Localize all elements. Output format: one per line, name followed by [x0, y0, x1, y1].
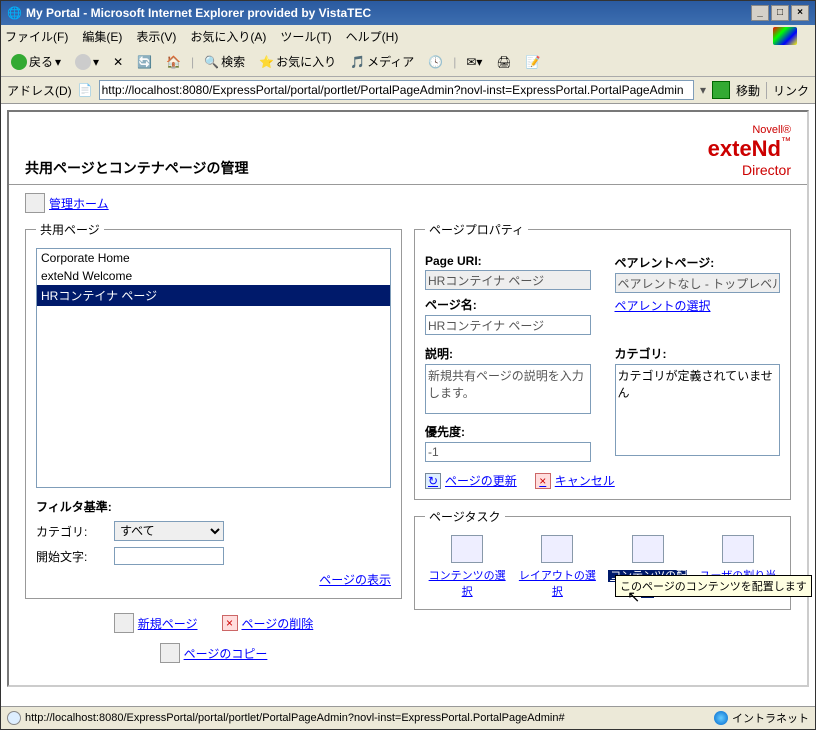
category-label: カテゴリ: — [36, 523, 106, 540]
stop-button[interactable]: ✕ — [109, 53, 127, 71]
copy-page-icon — [160, 643, 180, 663]
media-button[interactable]: 🎵メディア — [346, 51, 418, 72]
task-select-layout[interactable]: レイアウトの選択 — [517, 535, 597, 599]
status-bar: http://localhost:8080/ExpressPortal/port… — [1, 706, 815, 729]
shared-pages-fieldset: 共用ページ Corporate Home exteNd Welcome HRコン… — [25, 221, 402, 599]
page-properties-legend: ページプロパティ — [425, 221, 528, 238]
mail-button[interactable]: ✉▾ — [462, 53, 486, 71]
history-button[interactable]: 🕓 — [424, 53, 447, 71]
content-area: 共用ページとコンテナページの管理 Novell® exteNd™ Directo… — [1, 104, 815, 706]
zone-text: イントラネット — [732, 710, 809, 726]
page-name-label: ページ名: — [425, 296, 591, 313]
update-page-button[interactable]: ↻ページの更新 — [425, 472, 517, 489]
page-tasks-legend: ページタスク — [425, 508, 505, 525]
menu-help[interactable]: ヘルプ(H) — [346, 28, 399, 45]
page-icon: 📄 — [78, 83, 93, 97]
category-prop-label: カテゴリ: — [615, 345, 781, 362]
status-text: http://localhost:8080/ExpressPortal/port… — [25, 712, 565, 724]
refresh-button[interactable]: 🔄 — [133, 53, 156, 71]
shared-pages-legend: 共用ページ — [36, 221, 104, 238]
description-input[interactable]: 新規共有ページの説明を入力します。 — [425, 364, 591, 414]
forward-button[interactable]: ▾ — [71, 52, 103, 72]
filter-label: フィルタ基準: — [36, 498, 391, 515]
back-button[interactable]: 戻る ▾ — [7, 51, 65, 72]
cursor-icon: ↖ — [627, 587, 640, 607]
brand-logo: Novell® exteNd™ Director — [708, 124, 791, 178]
category-box: カテゴリが定義されていません — [615, 364, 781, 456]
status-icon — [7, 711, 21, 725]
shared-pages-list[interactable]: Corporate Home exteNd Welcome HRコンテイナ ペー… — [36, 248, 391, 488]
select-content-icon — [451, 535, 483, 563]
menu-bar: ファイル(F) 編集(E) 表示(V) お気に入り(A) ツール(T) ヘルプ(… — [1, 25, 815, 47]
cancel-icon: × — [535, 473, 551, 489]
go-label[interactable]: 移動 — [736, 82, 760, 99]
category-select[interactable]: すべて — [114, 521, 224, 541]
priority-label: 優先度: — [425, 423, 591, 440]
admin-home-icon — [25, 193, 45, 213]
description-label: 説明: — [425, 345, 591, 362]
links-label[interactable]: リンク — [766, 82, 809, 99]
home-button[interactable]: 🏠 — [162, 53, 185, 71]
page-tasks-fieldset: ページタスク コンテンツの選択 レイアウトの選択 — [414, 508, 791, 610]
address-bar: アドレス(D) 📄 ▾ 移動 リンク — [1, 77, 815, 104]
tooltip: このページのコンテンツを配置します — [615, 575, 812, 597]
select-layout-icon — [541, 535, 573, 563]
copy-page-link[interactable]: ページのコピー — [184, 645, 268, 662]
parent-page-value — [615, 273, 781, 293]
arrange-content-icon — [632, 535, 664, 563]
menu-view[interactable]: 表示(V) — [136, 28, 176, 45]
cancel-button[interactable]: ×キャンセル — [535, 472, 615, 489]
page-properties-fieldset: ページプロパティ Page URI: ページ名: ペアレントページ: — [414, 221, 791, 500]
delete-page-link[interactable]: ページの削除 — [242, 615, 314, 632]
menu-edit[interactable]: 編集(E) — [82, 28, 122, 45]
ie-icon: 🌐 — [7, 6, 22, 20]
refresh-icon: ↻ — [425, 473, 441, 489]
admin-home-link[interactable]: 管理ホーム — [49, 195, 109, 212]
delete-page-icon: × — [222, 615, 238, 631]
favorites-button[interactable]: ⭐お気に入り — [255, 51, 340, 72]
close-button[interactable]: × — [791, 5, 809, 21]
parent-page-label: ペアレントページ: — [615, 254, 781, 271]
list-item[interactable]: exteNd Welcome — [37, 267, 390, 285]
menu-favorites[interactable]: お気に入り(A) — [190, 28, 266, 45]
address-input[interactable] — [99, 80, 694, 100]
list-item-selected[interactable]: HRコンテイナ ページ — [37, 285, 390, 306]
windows-flag-icon — [773, 27, 797, 45]
maximize-button[interactable]: □ — [771, 5, 789, 21]
priority-input[interactable] — [425, 442, 591, 462]
start-char-label: 開始文字: — [36, 548, 106, 565]
print-button[interactable]: 🖨 — [492, 53, 515, 71]
page-uri-label: Page URI: — [425, 254, 591, 268]
page-name-input[interactable] — [425, 315, 591, 335]
menu-file[interactable]: ファイル(F) — [5, 28, 68, 45]
select-parent-link[interactable]: ペアレントの選択 — [615, 299, 711, 313]
page-title: 共用ページとコンテナページの管理 — [25, 158, 248, 178]
start-char-input[interactable] — [114, 547, 224, 565]
new-page-icon — [114, 613, 134, 633]
menu-tools[interactable]: ツール(T) — [280, 28, 331, 45]
new-page-link[interactable]: 新規ページ — [138, 615, 198, 632]
toolbar: 戻る ▾ ▾ ✕ 🔄 🏠 | 🔍検索 ⭐お気に入り 🎵メディア 🕓 | ✉▾ 🖨… — [1, 47, 815, 77]
page-uri-value — [425, 270, 591, 290]
show-pages-link[interactable]: ページの表示 — [319, 573, 391, 587]
minimize-button[interactable]: _ — [751, 5, 769, 21]
search-button[interactable]: 🔍検索 — [200, 51, 249, 72]
list-item[interactable]: Corporate Home — [37, 249, 390, 267]
page-header: 共用ページとコンテナページの管理 Novell® exteNd™ Directo… — [9, 112, 807, 185]
task-select-content[interactable]: コンテンツの選択 — [427, 535, 507, 599]
go-button[interactable] — [712, 81, 730, 99]
address-label: アドレス(D) — [7, 82, 72, 99]
edit-button[interactable]: 📝 — [522, 53, 545, 71]
window-titlebar: 🌐 My Portal - Microsoft Internet Explore… — [1, 1, 815, 25]
window-title: My Portal - Microsoft Internet Explorer … — [26, 6, 371, 20]
zone-icon — [714, 711, 728, 725]
assign-users-icon — [722, 535, 754, 563]
